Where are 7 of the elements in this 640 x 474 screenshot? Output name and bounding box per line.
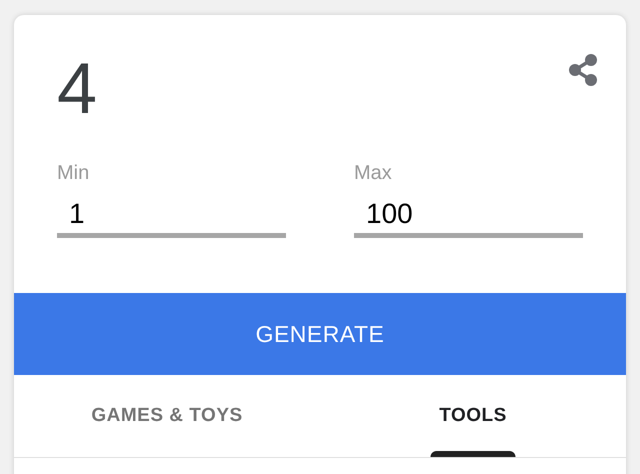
tab[interactable]: GAMES & TOYS [14, 375, 320, 457]
tab[interactable]: TOOLS [320, 375, 626, 457]
share-icon[interactable] [566, 52, 600, 88]
field-label: Max [354, 161, 393, 185]
generate-button[interactable]: GENERATE [14, 293, 626, 375]
field-label: Min [57, 161, 90, 185]
result-number: 4 [57, 53, 98, 126]
